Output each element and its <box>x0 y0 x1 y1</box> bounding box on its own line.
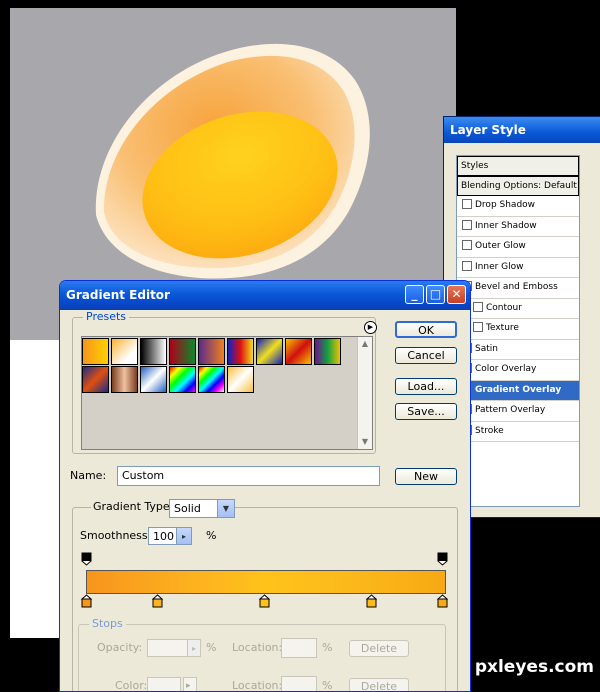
preset-swatch[interactable] <box>111 338 138 365</box>
preset-swatch[interactable] <box>227 366 254 393</box>
inner-glow-checkbox[interactable] <box>462 260 472 271</box>
presets-swatches: ▲ ▼ <box>81 336 373 450</box>
presets-menu-icon[interactable]: ▶ <box>364 321 377 334</box>
drop-shadow-checkbox[interactable] <box>462 199 472 209</box>
gradient-editor-window: Gradient Editor _ □ ✕ Presets ▶ ▲ ▼ OK C… <box>59 280 471 692</box>
color-stop[interactable] <box>152 594 163 608</box>
load-button[interactable]: Load... <box>395 378 457 395</box>
gradient-preview-bar[interactable] <box>86 570 446 594</box>
preset-swatch[interactable] <box>256 338 283 365</box>
color-stop[interactable] <box>81 594 92 608</box>
smoothness-percent: % <box>206 529 217 542</box>
texture-checkbox[interactable] <box>473 322 483 332</box>
styles-header[interactable]: Styles <box>457 156 579 176</box>
preset-swatch[interactable] <box>198 366 225 393</box>
ls-item-pattern-overlay[interactable]: Pattern Overlay <box>457 401 579 422</box>
opacity-location-percent: % <box>322 641 333 654</box>
ls-item-gradient-overlay[interactable]: Gradient Overlay <box>457 380 579 401</box>
ls-item-drop-shadow[interactable]: Drop Shadow <box>457 196 579 217</box>
color-location-field <box>281 676 317 691</box>
preset-swatch[interactable] <box>140 366 167 393</box>
opacity-field: ▸ <box>147 639 201 657</box>
ls-item-bevel-emboss[interactable]: Bevel and Emboss <box>457 278 579 299</box>
ok-button[interactable]: OK <box>395 321 457 338</box>
preset-swatch[interactable] <box>111 366 138 393</box>
preset-swatch[interactable] <box>140 338 167 365</box>
color-swatch-field <box>147 677 181 691</box>
ls-item-satin[interactable]: Satin <box>457 340 579 360</box>
opacity-delete-button: Delete <box>349 640 409 657</box>
smoothness-field[interactable]: 100 ▸ <box>148 527 192 545</box>
cancel-button[interactable]: Cancel <box>395 347 457 364</box>
ls-item-stroke[interactable]: Stroke <box>457 422 579 442</box>
layer-style-list: Styles Blending Options: Default Drop Sh… <box>456 155 580 507</box>
watermark: pxleyes.com <box>474 657 594 677</box>
color-stop[interactable] <box>437 594 448 608</box>
gradient-editor-title: Gradient Editor <box>66 288 170 302</box>
preset-swatch[interactable] <box>285 338 312 365</box>
preset-swatch[interactable] <box>82 366 109 393</box>
name-field[interactable]: Custom <box>117 466 380 486</box>
preset-swatch[interactable] <box>82 338 109 365</box>
smoothness-label: Smoothness: <box>80 529 152 542</box>
opacity-stop-right[interactable] <box>437 552 448 566</box>
presets-scrollbar[interactable]: ▲ ▼ <box>357 337 372 449</box>
preset-swatch[interactable] <box>169 366 196 393</box>
opacity-location-label: Location: <box>232 641 283 654</box>
inner-shadow-checkbox[interactable] <box>462 219 472 230</box>
new-button[interactable]: New <box>395 468 457 485</box>
color-delete-button: Delete <box>349 678 409 691</box>
opacity-stop-left[interactable] <box>81 552 92 566</box>
ls-item-inner-glow[interactable]: Inner Glow <box>457 258 579 278</box>
presets-label: Presets <box>83 310 130 323</box>
preset-swatch[interactable] <box>227 338 254 365</box>
ls-item-blending-options[interactable]: Blending Options: Default <box>457 176 579 196</box>
color-location-label: Location: <box>232 679 283 692</box>
opacity-percent: % <box>206 641 217 654</box>
ls-item-texture[interactable]: Texture <box>457 319 579 340</box>
color-label: Color: <box>115 679 148 692</box>
gradient-type-label: Gradient Type: <box>91 500 176 513</box>
color-location-percent: % <box>322 679 333 692</box>
chevron-down-icon[interactable]: ▼ <box>217 500 234 517</box>
color-menu-icon: ▸ <box>183 677 197 691</box>
ls-item-color-overlay[interactable]: Color Overlay <box>457 360 579 381</box>
close-icon[interactable]: ✕ <box>447 285 466 304</box>
outer-glow-checkbox[interactable] <box>462 240 472 250</box>
maximize-icon[interactable]: □ <box>426 285 445 304</box>
smoothness-arrow-icon[interactable]: ▸ <box>176 528 191 544</box>
gradient-editor-titlebar: Gradient Editor _ □ ✕ <box>60 281 470 310</box>
ls-item-outer-glow[interactable]: Outer Glow <box>457 237 579 258</box>
ls-item-contour[interactable]: Contour <box>457 299 579 319</box>
gradient-type-select[interactable]: Solid ▼ <box>169 499 235 518</box>
preset-swatch[interactable] <box>169 338 196 365</box>
minimize-icon[interactable]: _ <box>405 285 424 304</box>
preset-swatch[interactable] <box>198 338 225 365</box>
presets-group: Presets ▶ ▲ ▼ <box>72 310 377 454</box>
stops-group: Stops Opacity: ▸ % Location: % Delete Co… <box>78 617 446 692</box>
ls-item-inner-shadow[interactable]: Inner Shadow <box>457 217 579 237</box>
preset-swatch[interactable] <box>314 338 341 365</box>
opacity-label: Opacity: <box>97 641 143 654</box>
save-button[interactable]: Save... <box>395 403 457 420</box>
color-stop[interactable] <box>259 594 270 608</box>
stops-label: Stops <box>89 617 126 630</box>
contour-checkbox[interactable] <box>473 301 483 312</box>
scroll-up-icon[interactable]: ▲ <box>358 337 372 351</box>
color-stop[interactable] <box>366 594 377 608</box>
name-label: Name: <box>70 469 107 482</box>
layer-style-title: Layer Style <box>444 117 600 143</box>
opacity-location-field <box>281 638 317 658</box>
scroll-down-icon[interactable]: ▼ <box>358 435 372 449</box>
